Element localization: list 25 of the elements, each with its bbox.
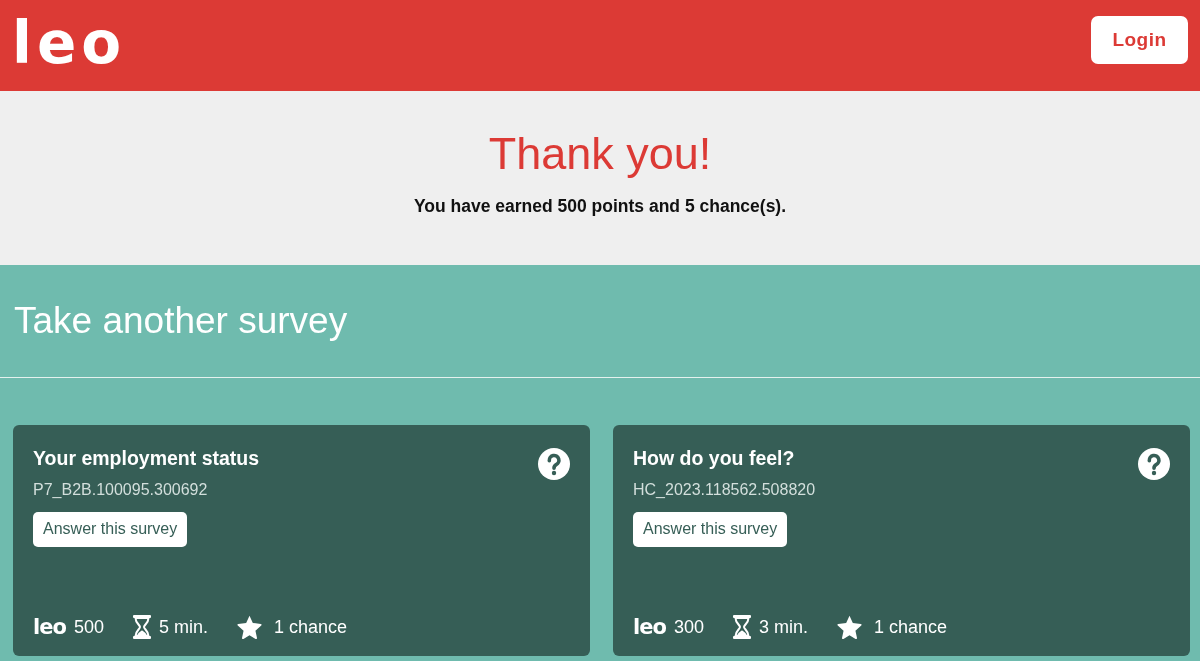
answer-button[interactable]: Answer this survey xyxy=(33,511,188,547)
login-button[interactable]: Login xyxy=(1091,16,1188,64)
thank-you-heading: Thank you! xyxy=(488,129,712,179)
hourglass-icon xyxy=(132,615,151,639)
help-icon[interactable] xyxy=(1138,448,1170,480)
chances-text: 1 chance xyxy=(873,616,947,638)
hourglass-icon xyxy=(732,615,751,639)
chances-text: 1 chance xyxy=(273,616,347,638)
star-icon xyxy=(836,615,862,639)
star-icon xyxy=(236,615,262,639)
points-value: 500 xyxy=(73,616,104,638)
help-icon[interactable] xyxy=(538,448,570,480)
logo: leo xyxy=(12,13,127,72)
survey-code: P7_B2B.100095.300692 xyxy=(33,480,209,500)
survey-title: Your employment status xyxy=(33,447,260,471)
earned-message: You have earned 500 points and 5 chance(s). xyxy=(413,195,787,217)
answer-button[interactable]: Answer this survey xyxy=(633,511,788,547)
duration-text: 5 min. xyxy=(158,616,208,638)
survey-code: HC_2023.118562.508820 xyxy=(633,480,816,500)
points-value: 300 xyxy=(673,616,704,638)
section-heading: Take another survey xyxy=(13,299,349,343)
survey-title: How do you feel? xyxy=(633,447,796,471)
duration-text: 3 min. xyxy=(758,616,808,638)
points-logo: leo xyxy=(633,616,666,638)
points-logo: leo xyxy=(33,616,66,638)
